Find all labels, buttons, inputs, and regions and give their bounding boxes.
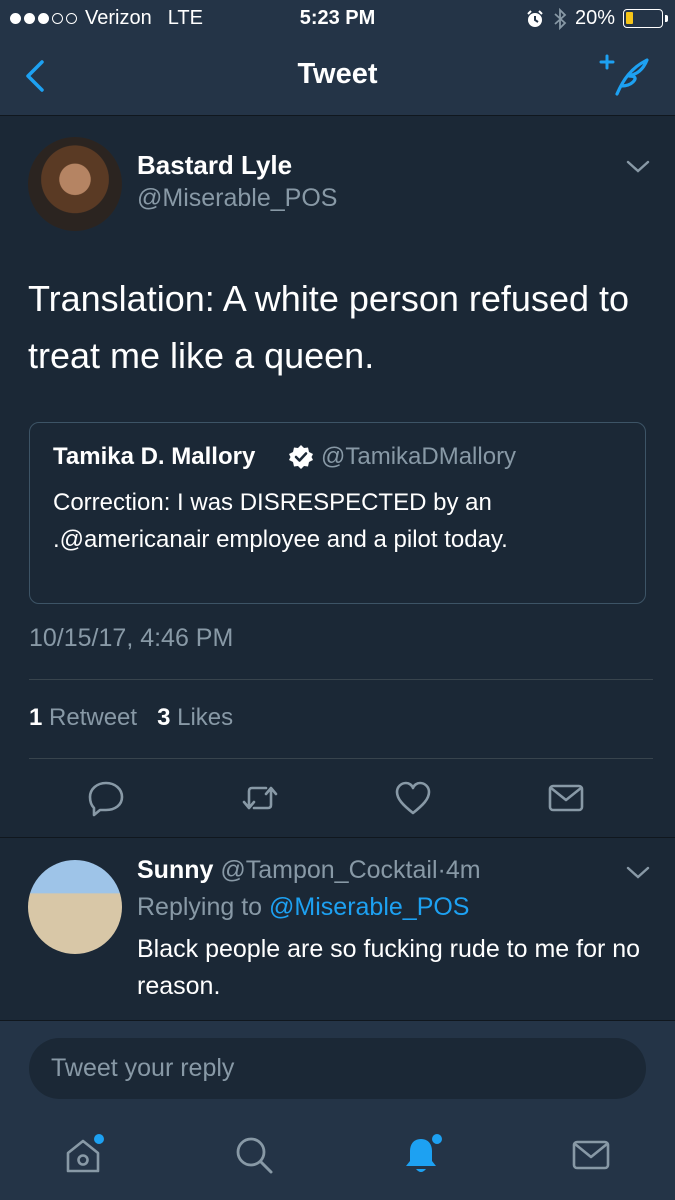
compose-tweet-icon[interactable] — [599, 52, 651, 98]
like-label[interactable]: Likes — [177, 704, 233, 731]
nav-bar: Tweet — [0, 38, 675, 116]
quoted-handle: @TamikaDMallory — [321, 443, 517, 470]
chevron-down-icon[interactable] — [625, 159, 651, 175]
author-display-name[interactable]: Bastard Lyle — [137, 150, 292, 181]
quoted-tweet-text: Correction: I was DISRESPECTED by an .@a… — [53, 489, 508, 553]
tab-bar — [0, 1115, 675, 1200]
reply-separator: · — [437, 856, 446, 884]
reply-text: Black people are so fucking rude to me f… — [137, 935, 641, 1000]
like-icon[interactable] — [393, 778, 433, 818]
search-icon[interactable] — [232, 1133, 276, 1177]
like-count[interactable]: 3 — [157, 704, 170, 731]
replying-to-link[interactable]: @Miserable_POS — [269, 893, 469, 921]
retweet-count[interactable]: 1 — [29, 704, 42, 731]
retweet-icon[interactable] — [240, 778, 280, 818]
tweet-timestamp: 10/15/17, 4:46 PM — [29, 624, 234, 652]
home-icon[interactable] — [63, 1133, 107, 1177]
messages-icon[interactable] — [570, 1133, 614, 1177]
divider — [0, 837, 675, 838]
replying-to: Replying to @Miserable_POS — [137, 893, 469, 922]
engagement-stats: 1 Retweet 3 Likes — [29, 704, 233, 732]
battery-fill — [626, 12, 633, 24]
quoted-tweet-card[interactable]: Tamika D. Mallory @TamikaDMallory Correc… — [29, 422, 646, 604]
reply-display-name[interactable]: Sunny — [137, 856, 213, 884]
status-right: 20% — [525, 7, 668, 30]
notifications-icon[interactable] — [401, 1133, 445, 1177]
chevron-down-icon[interactable] — [625, 865, 651, 881]
reply-input[interactable] — [29, 1038, 646, 1099]
alarm-icon — [527, 9, 543, 27]
avatar[interactable] — [28, 137, 122, 231]
quoted-display-name: Tamika D. Mallory — [53, 443, 256, 470]
direct-message-icon[interactable] — [546, 778, 586, 818]
author-handle[interactable]: @Miserable_POS — [137, 184, 337, 213]
retweet-label[interactable]: Retweet — [49, 704, 137, 731]
composer-bar — [0, 1020, 675, 1115]
status-bar: Verizon LTE 5:23 PM 20% — [0, 0, 675, 38]
battery-percent: 20% — [574, 7, 615, 29]
reply-header: Sunny @Tampon_Cocktail·4m — [137, 856, 481, 885]
divider — [29, 679, 653, 680]
reply-time: 4m — [445, 856, 481, 884]
divider — [29, 758, 653, 759]
page-title: Tweet — [297, 58, 378, 90]
bluetooth-icon — [554, 7, 567, 30]
tweet-detail-screen: Verizon LTE 5:23 PM 20% Tweet Bastard Ly… — [0, 0, 675, 1200]
battery-icon — [623, 9, 668, 28]
reply-avatar[interactable] — [28, 860, 122, 954]
verified-badge-icon — [289, 445, 313, 469]
reply-icon[interactable] — [86, 778, 126, 818]
tweet-text: Translation: A white person refused to t… — [28, 278, 630, 376]
replying-label: Replying to — [137, 893, 263, 921]
reply-handle[interactable]: @Tampon_Cocktail — [220, 856, 437, 884]
